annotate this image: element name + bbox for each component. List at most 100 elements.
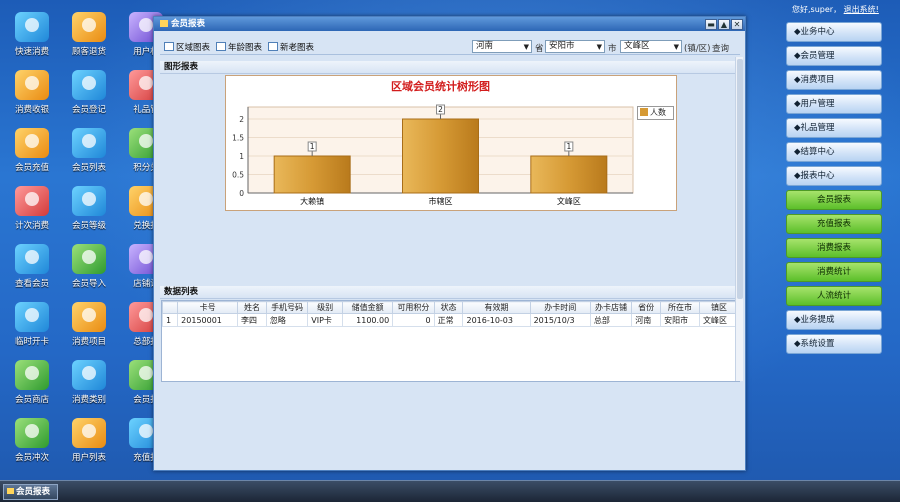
- desktop-icon-quick-consume[interactable]: 快速消费: [3, 12, 61, 62]
- province-value: 河南: [476, 41, 494, 51]
- column-header[interactable]: 有效期: [462, 301, 531, 314]
- desktop-icon-consume-items[interactable]: 消费项目: [60, 302, 118, 352]
- chart-title: 区域会员统计树形图: [391, 79, 490, 93]
- data-table-panel: 卡号 姓名 手机号码 级别 储值金额 可用积分 状态 有效期 办卡时间 办卡店铺 省份 所在市 镇区 1…: [161, 300, 740, 382]
- table-cell: 0: [392, 313, 435, 327]
- desktop-icon-member-deduct[interactable]: 会员冲次: [3, 418, 61, 468]
- desktop-icon-count-consume[interactable]: 计次消费: [3, 186, 61, 236]
- sidebar-item-gift-mgmt[interactable]: ◆礼品管理: [786, 118, 882, 138]
- column-header[interactable]: 办卡时间: [529, 301, 591, 314]
- age-chart-button[interactable]: 年龄图表: [216, 41, 262, 53]
- sidebar-subitem-recharge-report[interactable]: 充值报表: [786, 214, 882, 234]
- x-tick-label: 大赖镇: [300, 196, 324, 206]
- age-chart-label: 年龄图表: [228, 43, 263, 53]
- sidebar-item-member-mgmt[interactable]: ◆会员管理: [786, 46, 882, 66]
- sidebar-subitem-member-report[interactable]: 会员报表: [786, 190, 882, 210]
- desktop-icon-recharge[interactable]: 会员充值: [3, 128, 61, 178]
- desktop-icon-return[interactable]: 顾客退货: [60, 12, 118, 62]
- column-header[interactable]: 储值金额: [341, 301, 394, 314]
- column-header[interactable]: 可用积分: [392, 301, 435, 314]
- new-old-chart-label: 新老图表: [280, 43, 315, 53]
- desktop-icon-cashier[interactable]: 消费收银: [3, 70, 61, 120]
- column-header[interactable]: 所在市: [660, 301, 700, 314]
- logout-link[interactable]: 退出系统!: [844, 5, 879, 14]
- sidebar-item-user-mgmt[interactable]: ◆用户管理: [786, 94, 882, 114]
- table-cell: 安阳市: [660, 313, 700, 327]
- desktop-icon-member-import[interactable]: 会员导入: [60, 244, 118, 294]
- window-controls: ▬ ▲ ✕: [704, 18, 743, 32]
- taskbar-item-member-report[interactable]: 会员报表: [3, 484, 58, 500]
- calculator-icon: [15, 418, 49, 448]
- desktop-icon-temp-card[interactable]: 临时开卡: [3, 302, 61, 352]
- table-cell: 20150001: [177, 313, 239, 327]
- sidebar-subitem-traffic-stats[interactable]: 人流统计: [786, 286, 882, 306]
- column-header[interactable]: 省份: [631, 301, 662, 314]
- data-label: 1: [310, 142, 315, 151]
- taskbar-item-label: 会员报表: [16, 487, 51, 497]
- sidebar-item-system-settings[interactable]: ◆系统设置: [786, 334, 882, 354]
- desktop-icon-member-store[interactable]: 会员商店: [3, 360, 61, 410]
- column-header[interactable]: 姓名: [237, 301, 267, 314]
- desktop-icon-member-register[interactable]: 会员登记: [60, 70, 118, 120]
- chart-icon: [268, 42, 278, 51]
- new-old-chart-button[interactable]: 新老图表: [268, 41, 314, 53]
- chart-legend: 人数: [637, 106, 674, 120]
- data-label: 1: [566, 142, 571, 151]
- table-body: 1 20150001 李四 忽略 VIP卡 1100.00 0 正常 2016-10-03 201…: [161, 313, 740, 327]
- table-cell: 2015/10/3: [529, 313, 591, 327]
- vertical-scrollbar[interactable]: [735, 57, 743, 381]
- column-header[interactable]: 级别: [307, 301, 343, 314]
- sidebar-item-report-center[interactable]: ◆报表中心: [786, 166, 882, 186]
- column-header[interactable]: 卡号: [177, 301, 239, 314]
- province-select[interactable]: 河南 ▼: [472, 40, 532, 53]
- report-toolbar: 区域图表 年龄图表 新老图表 河南 ▼ 省 安阳市 ▼ 市 文峰区 ▼ (镇/区) 查…: [160, 39, 740, 55]
- window-titlebar[interactable]: 会员报表 ▬ ▲ ✕: [154, 17, 745, 31]
- chevron-down-icon: ▼: [523, 43, 529, 51]
- column-header[interactable]: 办卡店铺: [589, 301, 633, 314]
- column-header[interactable]: 手机号码: [265, 301, 309, 314]
- folder-icon: [7, 488, 14, 494]
- column-header[interactable]: 状态: [433, 301, 464, 314]
- y-tick-label: 0: [239, 189, 244, 198]
- close-button[interactable]: ✕: [731, 19, 743, 30]
- region-chart-button[interactable]: 区域图表: [164, 41, 210, 53]
- chart-icon: [164, 42, 174, 51]
- column-header[interactable]: [161, 301, 179, 314]
- desktop-icon-consume-category[interactable]: 消费类别: [60, 360, 118, 410]
- desktop-icon-view-member[interactable]: 查看会员: [3, 244, 61, 294]
- quick-consume-icon: [15, 12, 49, 42]
- maximize-button[interactable]: ▲: [718, 19, 730, 30]
- sidebar-item-consume-items[interactable]: ◆消费项目: [786, 70, 882, 90]
- bar-chart: 区域会员统计树形图 0 0.5 1 1.5 2 1 大赖镇 2 市辖区 1 文峰区: [232, 79, 634, 206]
- table-cell: 1: [161, 313, 179, 327]
- desktop-icon-user-list[interactable]: 用户列表: [60, 418, 118, 468]
- sidebar-item-settlement[interactable]: ◆结算中心: [786, 142, 882, 162]
- count-consume-icon: [15, 186, 49, 216]
- chevron-down-icon: ▼: [596, 43, 602, 51]
- table-row[interactable]: 1 20150001 李四 忽略 VIP卡 1100.00 0 正常 2016-10-03 201…: [161, 313, 740, 327]
- consume-category-icon: [72, 360, 106, 390]
- district-value: 文峰区: [624, 41, 650, 51]
- sidebar-item-business[interactable]: ◆业务中心: [786, 22, 882, 42]
- minimize-button[interactable]: ▬: [705, 19, 717, 30]
- district-select[interactable]: 文峰区 ▼: [620, 40, 682, 53]
- city-select[interactable]: 安阳市 ▼: [545, 40, 605, 53]
- query-button[interactable]: 查询: [712, 42, 729, 54]
- bar: [273, 155, 351, 194]
- cashier-icon: [15, 70, 49, 100]
- desktop-icon-member-list[interactable]: 会员列表: [60, 128, 118, 178]
- column-header[interactable]: 镇区: [698, 301, 740, 314]
- window-title: 会员报表: [171, 19, 206, 29]
- member-level-icon: [72, 186, 106, 216]
- scrollbar-thumb[interactable]: [737, 59, 743, 299]
- y-tick-label: 0.5: [232, 171, 244, 180]
- data-label: 2: [438, 105, 443, 114]
- x-tick-label: 文峰区: [557, 196, 581, 206]
- recharge-icon: [15, 128, 49, 158]
- desktop-icon-member-level[interactable]: 会员等级: [60, 186, 118, 236]
- bar: [530, 155, 608, 194]
- sidebar-subitem-consume-report[interactable]: 消费报表: [786, 238, 882, 258]
- legend-swatch: [640, 108, 648, 116]
- sidebar-item-commission[interactable]: ◆业务提成: [786, 310, 882, 330]
- sidebar-subitem-consume-stats[interactable]: 消费统计: [786, 262, 882, 282]
